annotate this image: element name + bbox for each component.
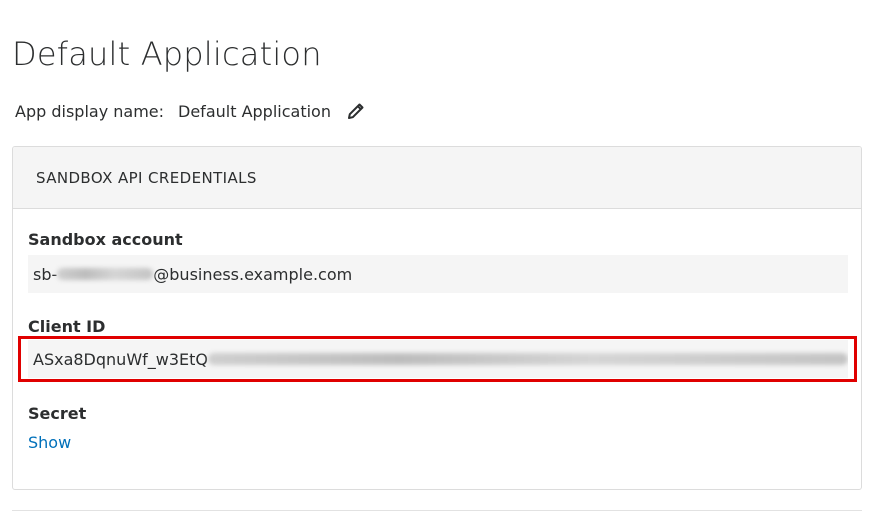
sandbox-credentials-card: SANDBOX API CREDENTIALS Sandbox account … — [12, 146, 862, 490]
app-details-page: Default Application App display name: De… — [0, 0, 882, 514]
display-name-row: App display name: Default Application — [15, 98, 367, 124]
redacted-blur — [208, 353, 848, 365]
pencil-icon[interactable] — [345, 100, 367, 122]
client-id-value: ASxa8DqnuWf_w3EtQ — [28, 340, 848, 378]
client-id-label: Client ID — [28, 317, 106, 336]
sandbox-account-value: sb- @business.example.com — [28, 255, 848, 293]
sandbox-account-label: Sandbox account — [28, 230, 183, 249]
secret-label: Secret — [28, 404, 87, 423]
redacted-blur — [57, 268, 154, 280]
client-id-visible: ASxa8DqnuWf_w3EtQ — [33, 349, 209, 369]
card-header: SANDBOX API CREDENTIALS — [13, 147, 861, 209]
display-name-label: App display name: — [15, 101, 165, 121]
sandbox-account-prefix: sb- — [33, 264, 58, 284]
bottom-divider — [12, 510, 862, 511]
sandbox-account-suffix: @business.example.com — [153, 264, 353, 284]
display-name-value: Default Application — [178, 101, 331, 121]
page-title: Default Application — [12, 35, 322, 73]
show-secret-link[interactable]: Show — [28, 433, 71, 452]
